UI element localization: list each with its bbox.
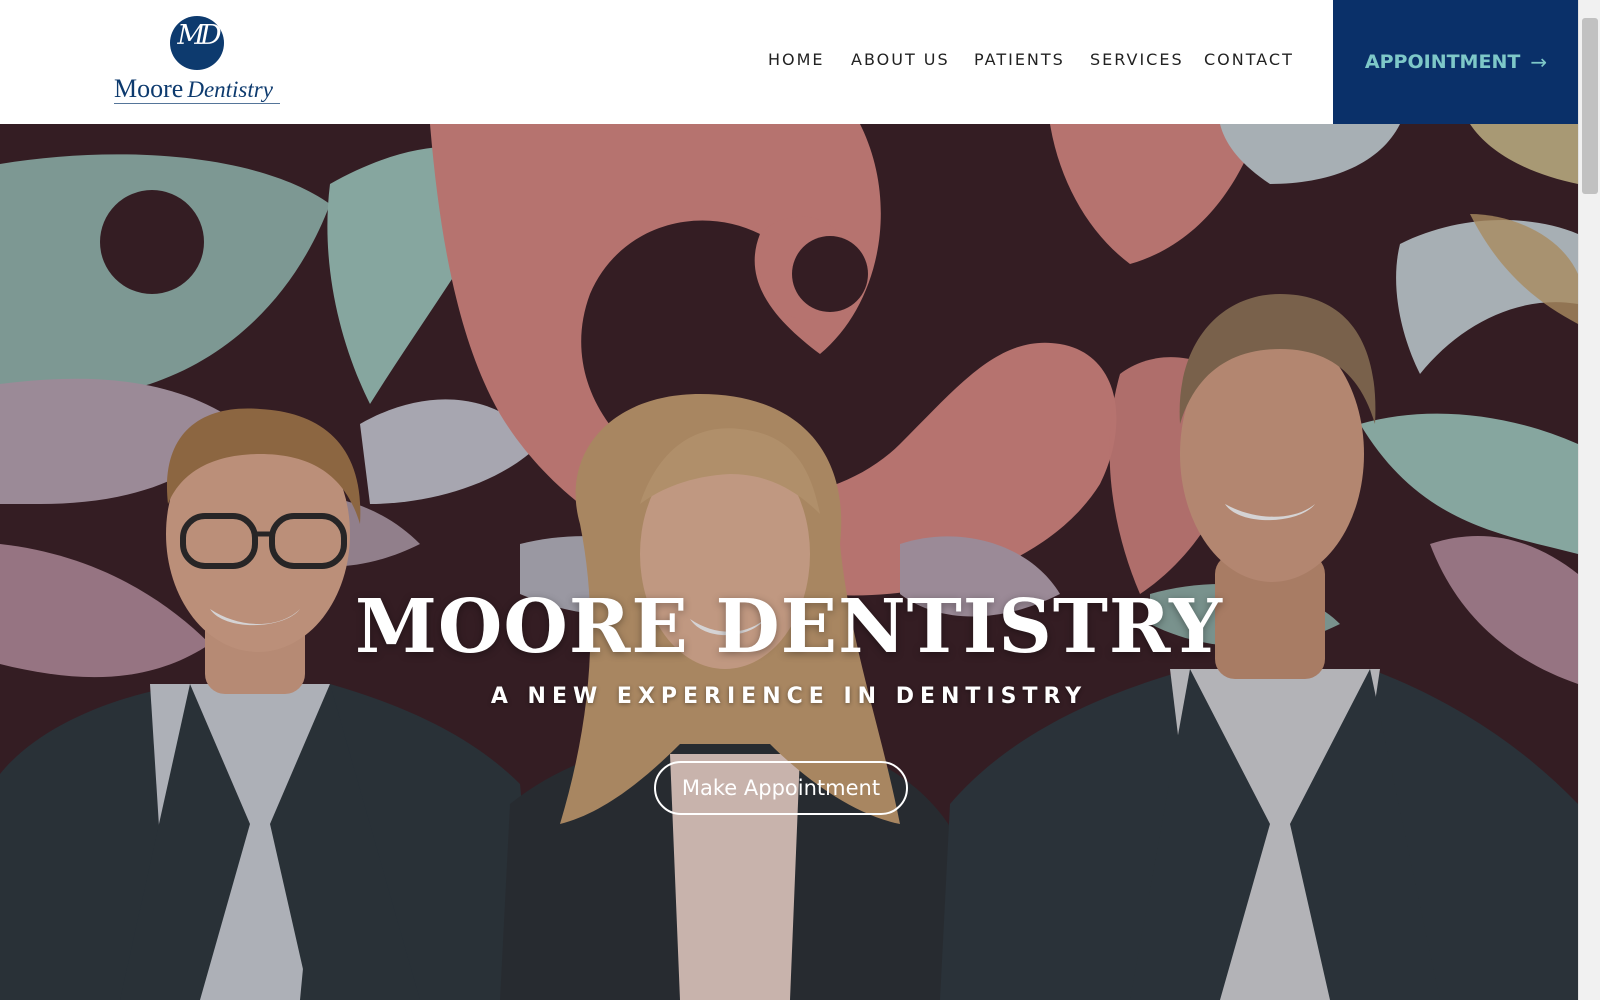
- arrow-right-icon: →: [1530, 50, 1548, 74]
- logo-monogram: MD: [177, 20, 221, 51]
- nav-item-patients[interactable]: PATIENTS: [974, 50, 1065, 69]
- nav-item-about-us[interactable]: ABOUT US: [851, 50, 950, 69]
- logo-wordmark: Moore Dentistry: [114, 74, 284, 104]
- logo-underline: [114, 103, 280, 104]
- hero-subtitle: A NEW EXPERIENCE IN DENTISTRY: [490, 684, 1088, 709]
- make-appointment-button[interactable]: Make Appointment: [654, 761, 908, 815]
- logo-name-script: Dentistry: [187, 77, 273, 102]
- main-nav: HOME ABOUT US PATIENTS SERVICES CONTACT: [0, 50, 1330, 74]
- logo-name-main: Moore: [114, 74, 184, 103]
- scrollbar-thumb[interactable]: [1582, 18, 1598, 194]
- hero-section: MOORE DENTISTRY A NEW EXPERIENCE IN DENT…: [0, 124, 1578, 1000]
- hero-title: MOORE DENTISTRY: [355, 584, 1223, 670]
- nav-item-home[interactable]: HOME: [768, 50, 825, 69]
- nav-item-contact[interactable]: CONTACT: [1204, 50, 1294, 69]
- nav-item-services[interactable]: SERVICES: [1090, 50, 1184, 69]
- appointment-button-label: APPOINTMENT: [1364, 51, 1521, 73]
- hero-overlay: [0, 124, 1578, 1000]
- page-scrollbar[interactable]: [1578, 0, 1600, 1000]
- appointment-button[interactable]: APPOINTMENT →: [1333, 0, 1579, 124]
- site-header: MD Moore Dentistry HOME ABOUT US PATIENTS…: [0, 0, 1579, 124]
